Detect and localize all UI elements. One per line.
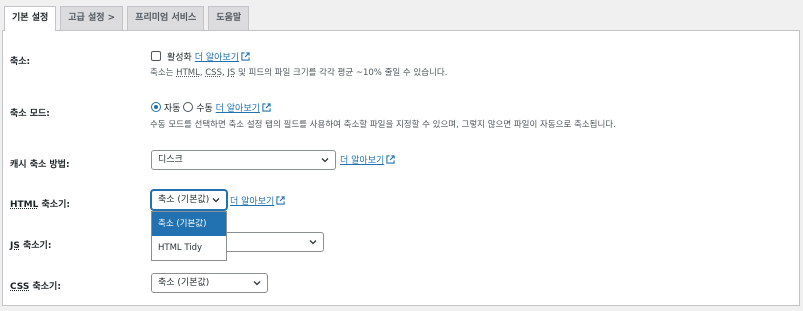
minify-enable-label: 활성화 [167, 53, 192, 63]
tab-help[interactable]: 도움말 [208, 6, 250, 30]
cache-method-select[interactable]: 디스크 [151, 150, 336, 170]
cache-method-value: 디스크 [158, 155, 183, 165]
minify-mode-auto-radio[interactable] [151, 102, 161, 112]
html-minifier-label: HTML 축소기: [10, 197, 70, 210]
minify-label: 축소: [10, 57, 31, 67]
cache-method-more: 더 알아보기 [340, 153, 395, 166]
html-minifier-option-html-tidy[interactable]: HTML Tidy [152, 236, 226, 260]
js-minifier-label-text: 축소기: [19, 241, 52, 251]
minify-enable-checkbox[interactable] [151, 51, 161, 61]
css-minifier-label-text: 축소기: [29, 282, 61, 292]
minify-mode-auto-label: 자동 [163, 104, 181, 114]
external-link-icon [241, 52, 250, 61]
abbr-html: HTML [176, 68, 200, 78]
minify-desc-text: 축소는 [150, 68, 177, 78]
abbr-js: JS [10, 241, 20, 251]
tab-premium-services[interactable]: 프리미엄 서비스 [127, 6, 205, 30]
minify-description: 축소는 HTML, CSS, JS 및 피드의 파일 크기를 각각 평균 ~10… [150, 66, 447, 78]
external-link-icon [276, 196, 285, 205]
html-minifier-label-text: 축소기: [38, 200, 70, 210]
external-link-icon [262, 103, 271, 112]
chevron-down-icon [253, 281, 261, 286]
minify-enable-row: 활성화 더 알아보기 [167, 50, 250, 63]
css-minifier-select[interactable]: 축소 (기본값) [151, 273, 268, 293]
cache-method-label: 캐시 축소 방법: [10, 160, 70, 170]
settings-tabs: 기본 설정 고급 설정 > 프리미엄 서비스 도움말 [4, 6, 250, 31]
abbr-css: CSS [205, 68, 222, 78]
tab-basic-settings[interactable]: 기본 설정 [4, 6, 57, 31]
css-minifier-label: CSS 축소기: [10, 279, 61, 292]
html-minifier-learn-more-link[interactable]: 더 알아보기 [230, 197, 274, 207]
html-minifier-select[interactable]: 축소 (기본값) [151, 190, 227, 210]
html-minifier-value: 축소 (기본값) [158, 195, 210, 205]
html-minifier-more: 더 알아보기 [230, 194, 285, 207]
minify-desc-text: 및 피드의 파일 크기를 각각 평균 ~10% 줄일 수 있습니다. [235, 68, 448, 78]
cache-method-learn-more-link[interactable]: 더 알아보기 [340, 156, 384, 166]
minify-mode-manual-radio[interactable] [183, 102, 194, 112]
external-link-icon [386, 155, 395, 164]
minify-learn-more-link[interactable]: 더 알아보기 [195, 53, 239, 63]
chevron-down-icon [321, 158, 329, 163]
css-minifier-value: 축소 (기본값) [158, 278, 210, 288]
minify-mode-options: 자동 수동 더 알아보기 [151, 101, 271, 114]
js-minifier-label: JS 축소기: [10, 238, 51, 251]
minify-mode-description: 수동 모드를 선택하면 축소 설정 탭의 필드를 사용하여 축소할 파일을 지정… [150, 120, 616, 130]
chevron-down-icon [212, 198, 220, 203]
minify-mode-learn-more-link[interactable]: 더 알아보기 [216, 104, 260, 114]
abbr-css: CSS [10, 282, 30, 292]
html-minifier-dropdown-list: 축소 (기본값) HTML Tidy [151, 211, 227, 261]
minify-mode-label: 축소 모드: [10, 109, 50, 119]
minify-mode-manual-label: 수동 [196, 104, 213, 114]
html-minifier-option-minify[interactable]: 축소 (기본값) [152, 212, 226, 236]
abbr-html: HTML [10, 200, 39, 210]
chevron-down-icon [309, 240, 317, 245]
tab-advanced-settings[interactable]: 고급 설정 > [60, 6, 124, 30]
